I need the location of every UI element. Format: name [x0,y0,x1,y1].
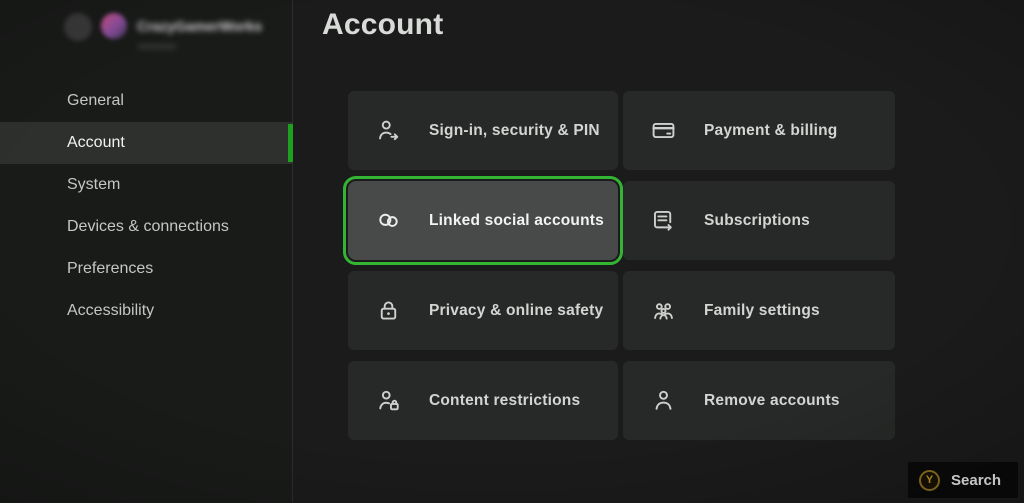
tile-label: Privacy & online safety [429,301,604,319]
tile-label: Sign-in, security & PIN [429,121,600,139]
sidebar-item-label: Accessibility [67,302,155,319]
profile-header: CrazyGamerWorks [0,0,293,60]
username: CrazyGamerWorks [137,18,263,34]
selected-accent-bar [288,124,293,162]
sidebar-item-accessibility[interactable]: Accessibility [0,290,293,332]
sidebar-item-label: General [67,92,124,109]
tile-label: Payment & billing [704,121,838,139]
sidebar-item-devices-connections[interactable]: Devices & connections [0,206,293,248]
sidebar-item-system[interactable]: System [0,164,293,206]
tile-label: Content restrictions [429,391,581,409]
tile-linked-social-accounts[interactable]: Linked social accounts [343,176,623,265]
tile-family-settings[interactable]: Family settings [623,271,895,350]
profile-ring-icon[interactable] [64,13,92,41]
controller-y-button-icon: Y [919,469,940,491]
page-title: Account [322,8,444,41]
sidebar-item-label: Account [67,134,125,151]
tile-label: Linked social accounts [429,211,604,229]
account-tile-grid: Sign-in, security & PIN Payment & billin… [343,91,895,440]
tile-label: Subscriptions [704,211,810,229]
person-lock-icon [375,387,402,414]
family-icon [650,297,677,324]
tile-subscriptions[interactable]: Subscriptions [623,181,895,260]
sidebar-item-label: Devices & connections [67,218,229,235]
sidebar-item-preferences[interactable]: Preferences [0,248,293,290]
tile-label: Family settings [704,301,820,319]
settings-sidebar: CrazyGamerWorks General Account System D… [0,0,293,503]
sidebar-item-label: Preferences [67,260,154,277]
linked-chain-icon [375,207,402,234]
settings-nav: General Account System Devices & connect… [0,80,293,332]
sidebar-item-general[interactable]: General [0,80,293,122]
padlock-icon [375,297,402,324]
search-button[interactable]: Y Search [908,462,1018,498]
tile-privacy-online-safety[interactable]: Privacy & online safety [348,271,618,350]
credit-card-icon [650,117,677,144]
person-arrow-icon [375,117,402,144]
tile-content-restrictions[interactable]: Content restrictions [348,361,618,440]
person-icon [650,387,677,414]
search-label: Search [951,471,1002,489]
tile-sign-in-security-pin[interactable]: Sign-in, security & PIN [348,91,618,170]
sidebar-item-label: System [67,176,121,193]
account-settings-panel: Account Sign-in, security & PIN Payment … [294,0,1024,503]
gamerscore-blur [138,44,176,49]
tile-payment-billing[interactable]: Payment & billing [623,91,895,170]
subscription-list-icon [650,207,677,234]
tile-remove-accounts[interactable]: Remove accounts [623,361,895,440]
sidebar-item-account[interactable]: Account [0,122,293,164]
avatar[interactable] [101,13,127,39]
tile-label: Remove accounts [704,391,840,409]
